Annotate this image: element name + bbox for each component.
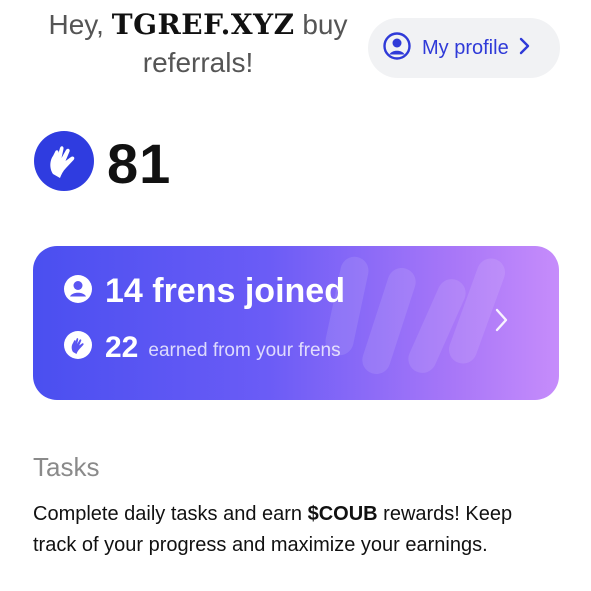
frens-joined-text: 14 frens joined [105,272,345,310]
balance-value: 81 [107,132,172,195]
earned-value: 22 [105,330,139,364]
my-profile-button[interactable]: My profile [368,18,560,78]
chevron-right-icon [495,308,509,337]
coub-hand-icon [33,130,95,197]
earned-label: earned from your frens [148,339,341,361]
coub-hand-icon [63,330,93,365]
earned-from-frens-row: 22 earned from your frens [63,330,341,365]
greeting-username: TGREF.XYZ [111,8,295,41]
user-circle-icon [63,274,93,309]
tasks-heading: Tasks [33,452,100,482]
tasks-description: Complete daily tasks and earn $COUB rewa… [33,499,553,561]
tasks-desc-part1: Complete daily tasks and earn [33,503,308,525]
balance-display: 81 [33,130,171,197]
frens-joined-row: 14 frens joined [63,272,345,311]
coub-token-label: $COUB [307,503,378,525]
my-profile-label: My profile [422,36,509,59]
greeting-heading: Hey, TGREF.XYZ buy referrals! [28,6,368,82]
referrals-card[interactable]: 14 frens joined 22 earned from your fren… [33,246,559,400]
hand-watermark-icon [325,256,506,374]
referral-page: Hey, TGREF.XYZ buy referrals! My profile… [0,0,591,591]
chevron-right-icon [519,37,531,60]
greeting-prefix: Hey, [48,9,112,40]
user-circle-icon [382,31,412,66]
